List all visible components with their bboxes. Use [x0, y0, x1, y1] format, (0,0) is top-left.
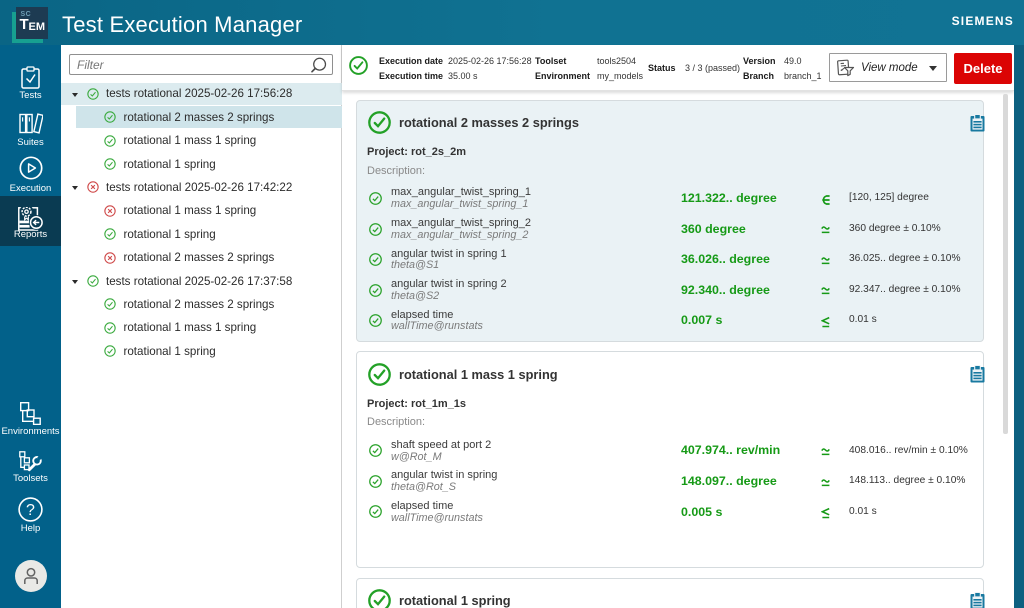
svg-text:?: ? [26, 502, 35, 519]
